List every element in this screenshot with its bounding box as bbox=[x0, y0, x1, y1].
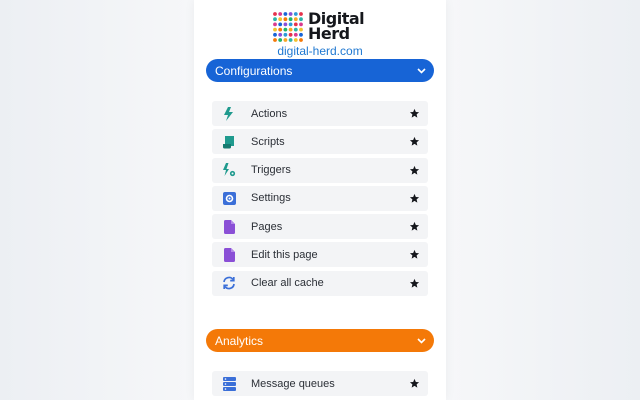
menu-item-actions[interactable]: Actions bbox=[212, 101, 428, 126]
logo-dot bbox=[299, 12, 303, 16]
menu-item-label: Clear all cache bbox=[251, 277, 324, 290]
star-icon[interactable] bbox=[409, 249, 420, 260]
menu-item-label: Actions bbox=[251, 107, 288, 120]
logo-dot bbox=[283, 32, 288, 37]
menu-item-pages[interactable]: Pages bbox=[212, 214, 428, 240]
section-title: Configurations bbox=[215, 63, 293, 78]
section-header-analytics[interactable]: Analytics bbox=[206, 329, 434, 352]
logo-dot bbox=[299, 38, 303, 42]
logo-dot bbox=[273, 32, 277, 37]
logo-dot bbox=[278, 27, 283, 32]
logo-dot bbox=[288, 12, 293, 16]
chevron-down-icon bbox=[416, 66, 426, 76]
brand-logo[interactable]: Digital Herd bbox=[272, 11, 372, 43]
menu-item-message-queues[interactable]: Message queues bbox=[212, 371, 428, 396]
star-icon[interactable] bbox=[409, 378, 420, 389]
logo-dot bbox=[288, 27, 293, 32]
star-icon[interactable] bbox=[409, 278, 420, 289]
menu-item-label: Edit this page bbox=[251, 248, 318, 261]
logo-wordmark: Digital Herd bbox=[308, 11, 365, 43]
star-icon[interactable] bbox=[409, 108, 420, 119]
chevron-down-icon bbox=[416, 336, 426, 346]
dots-logo-icon bbox=[273, 12, 303, 42]
logo-dot bbox=[288, 38, 293, 42]
logo-dot bbox=[273, 27, 277, 32]
logo-dot bbox=[283, 38, 288, 42]
logo-dot bbox=[273, 12, 277, 16]
scroll-icon bbox=[222, 135, 236, 149]
server-icon bbox=[222, 376, 236, 391]
logo-dot bbox=[288, 17, 293, 22]
logo-dot bbox=[288, 32, 293, 37]
logo-dot bbox=[278, 32, 283, 37]
logo-dot bbox=[273, 38, 277, 42]
section-title: Analytics bbox=[215, 333, 264, 348]
logo-dot bbox=[293, 38, 298, 42]
logo-dot bbox=[278, 22, 283, 27]
menu-item-settings[interactable]: Settings bbox=[212, 185, 428, 211]
lightning-icon bbox=[222, 106, 236, 121]
menu-item-label: Settings bbox=[251, 192, 291, 205]
logo-dot bbox=[299, 22, 303, 27]
site-link[interactable]: digital-herd.com bbox=[194, 44, 446, 58]
menu-item-edit-this-page[interactable]: Edit this page bbox=[212, 242, 428, 268]
logo-dot bbox=[299, 17, 303, 22]
logo-dot bbox=[273, 17, 277, 22]
logo-dot bbox=[288, 22, 293, 27]
configurations-list: Actions Scripts Triggers Settings Pages … bbox=[212, 101, 428, 299]
star-icon[interactable] bbox=[409, 165, 420, 176]
menu-item-clear-all-cache[interactable]: Clear all cache bbox=[212, 270, 428, 296]
section-header-configurations[interactable]: Configurations bbox=[206, 59, 434, 82]
logo-dot bbox=[283, 27, 288, 32]
star-icon[interactable] bbox=[409, 193, 420, 204]
analytics-list: Message queues bbox=[212, 371, 428, 399]
logo-dot bbox=[293, 32, 298, 37]
logo-dot bbox=[299, 27, 303, 32]
logo-dot bbox=[283, 22, 288, 27]
popup-panel: Digital Herd digital-herd.com Configurat… bbox=[194, 0, 446, 400]
menu-item-label: Triggers bbox=[251, 164, 291, 177]
logo-dot bbox=[278, 38, 283, 42]
logo-line-2: Herd bbox=[308, 24, 350, 43]
trigger-gear-icon bbox=[222, 163, 236, 177]
menu-item-triggers[interactable]: Triggers bbox=[212, 157, 428, 183]
menu-item-label: Scripts bbox=[251, 135, 285, 148]
logo-dot bbox=[273, 22, 277, 27]
logo-dot bbox=[293, 12, 298, 16]
menu-item-label: Message queues bbox=[251, 377, 335, 390]
star-icon[interactable] bbox=[409, 136, 420, 147]
star-icon[interactable] bbox=[409, 221, 420, 232]
logo-dot bbox=[293, 27, 298, 32]
settings-gear-icon bbox=[222, 191, 236, 205]
menu-item-scripts[interactable]: Scripts bbox=[212, 129, 428, 155]
logo-dot bbox=[283, 12, 288, 16]
logo-dot bbox=[299, 32, 303, 37]
logo-dot bbox=[278, 17, 283, 22]
logo-dot bbox=[293, 22, 298, 27]
refresh-icon bbox=[222, 276, 236, 290]
menu-item-label: Pages bbox=[251, 220, 283, 233]
page-edit-icon bbox=[222, 247, 236, 262]
logo-dot bbox=[283, 17, 288, 22]
logo-dot bbox=[278, 12, 283, 16]
logo-dot bbox=[293, 17, 298, 22]
page-icon bbox=[222, 219, 236, 234]
